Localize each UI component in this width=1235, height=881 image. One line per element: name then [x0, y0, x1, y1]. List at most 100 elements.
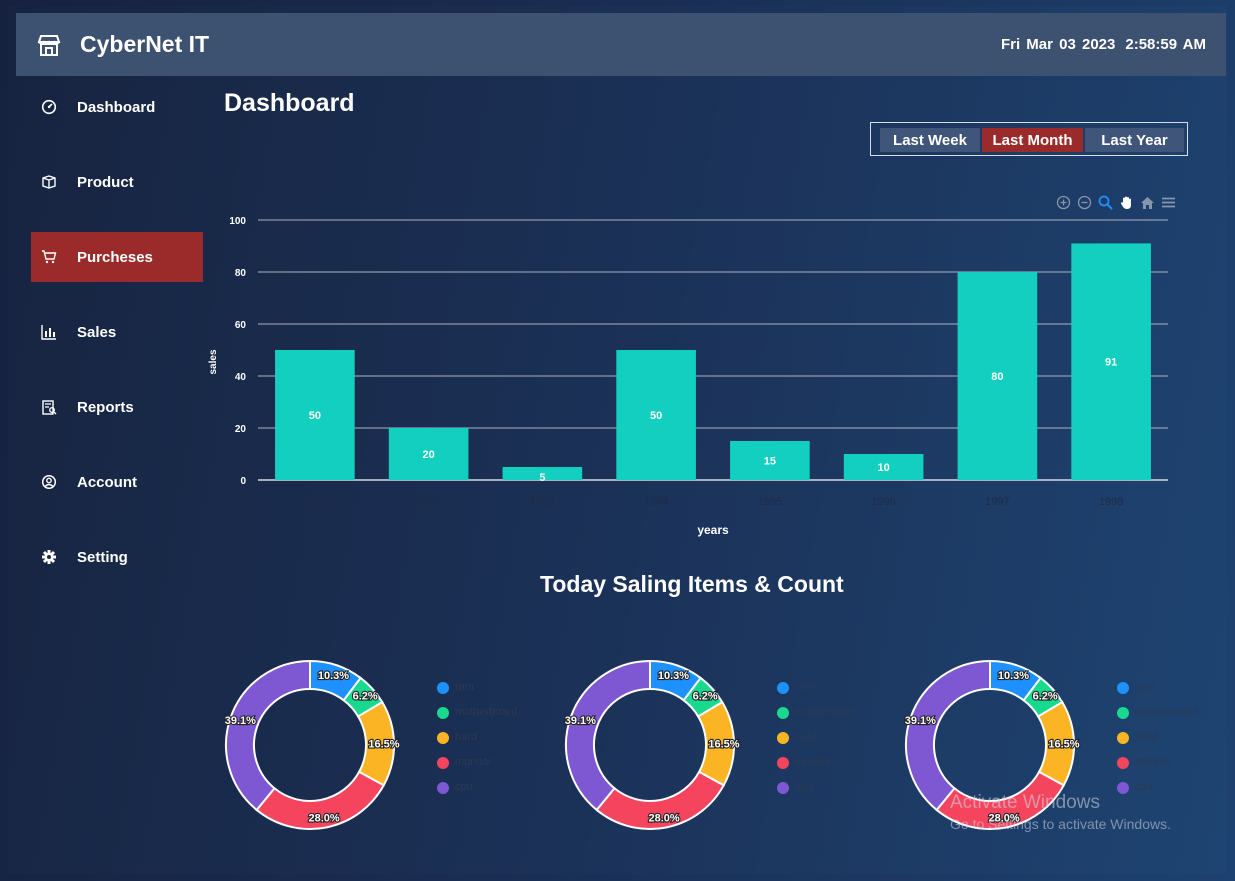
sidebar-item-product[interactable]: Product: [31, 157, 203, 207]
sidebar-item-label: Dashboard: [77, 98, 156, 116]
legend-marker: [1117, 707, 1129, 719]
legend-marker: [437, 757, 449, 769]
legend-label: hard: [1135, 731, 1158, 743]
sidebar-item-label: Account: [77, 473, 137, 491]
slice-percent-label: 10.3%: [998, 670, 1029, 682]
legend-marker: [437, 682, 449, 694]
legend-item-ram[interactable]: ram: [777, 680, 867, 696]
sidebar-item-label: Sales: [77, 323, 117, 341]
page-title: Dashboard: [224, 89, 355, 117]
legend-label: motherboard: [795, 706, 858, 718]
slice-percent-label: 39.1%: [225, 715, 256, 727]
legend-item-motherboard[interactable]: motherboard: [777, 705, 867, 721]
legend-label: motherboard: [1135, 706, 1198, 718]
legend-item-cpu[interactable]: cpu: [777, 780, 867, 796]
sidebar-item-purcheses[interactable]: Purcheses: [31, 232, 203, 282]
y-tick-label: 40: [235, 372, 247, 383]
donut-svg: 10.3% 6.2% 16.5% 28.0% 39.1%: [564, 659, 741, 830]
slice-percent-label: 6.2%: [1033, 691, 1058, 703]
slice-percent-label: 28.0%: [308, 813, 339, 825]
watermark-subtitle: Go to Settings to activate Windows.: [950, 816, 1171, 832]
legend-item-motherboard[interactable]: motherboard: [1117, 705, 1207, 721]
sidebar-item-label: Product: [77, 173, 134, 191]
bar-value-label: 50: [650, 410, 662, 422]
slice-percent-label: 39.1%: [905, 715, 936, 727]
bar-value-label: 50: [309, 410, 321, 422]
sidebar-item-dashboard[interactable]: Dashboard: [31, 82, 203, 132]
slice-percent-label: 39.1%: [565, 715, 596, 727]
legend-item-ram[interactable]: ram: [1117, 680, 1207, 696]
legend-item-monitor[interactable]: monitor: [1117, 755, 1207, 771]
bar-value-label: 15: [764, 456, 776, 468]
legend-label: motherboard: [455, 706, 518, 718]
legend-marker: [777, 707, 789, 719]
legend-label: cpu: [455, 781, 473, 793]
bar-value-label: 10: [878, 462, 890, 474]
report-icon: [40, 398, 58, 416]
donut-chart-1: 10.3% 6.2% 16.5% 28.0% 39.1% ram motherboard ha…: [222, 650, 522, 845]
slice-percent-label: 6.2%: [353, 691, 378, 703]
bar-value-label: 5: [539, 472, 545, 484]
sidebar-item-setting[interactable]: Setting: [31, 532, 203, 582]
slice-percent-label: 16.5%: [1048, 739, 1079, 751]
bar-value-label: 80: [991, 371, 1003, 383]
donut-slice-cpu[interactable]: [225, 659, 311, 812]
last-week-button[interactable]: Last Week: [880, 128, 980, 152]
x-tick-label: 1995: [758, 496, 782, 508]
legend-item-cpu[interactable]: cpu: [437, 780, 527, 796]
legend-item-motherboard[interactable]: motherboard: [437, 705, 527, 721]
donut-slice-cpu[interactable]: [905, 659, 991, 812]
gear-icon: [40, 548, 58, 566]
sidebar-item-label: Purcheses: [77, 248, 153, 266]
legend-marker: [1117, 682, 1129, 694]
last-month-button[interactable]: Last Month: [982, 128, 1083, 152]
sidebar-item-reports[interactable]: Reports: [31, 382, 203, 432]
legend-item-monitor[interactable]: monitor: [437, 755, 527, 771]
x-tick-label: 1998: [1099, 496, 1123, 508]
last-year-button[interactable]: Last Year: [1085, 128, 1184, 152]
speedometer-icon: [40, 98, 58, 116]
donut-chart-2: 10.3% 6.2% 16.5% 28.0% 39.1% ram motherboard ha…: [562, 650, 862, 845]
legend-marker: [777, 682, 789, 694]
x-tick-label: 1996: [871, 496, 895, 508]
legend-label: ram: [1135, 681, 1154, 693]
top-bar: CyberNet IT Fri Mar 03 2023 2:58:59 AM: [16, 13, 1226, 76]
time-range-selector: Last Week Last Month Last Year: [870, 122, 1188, 156]
legend-item-ram[interactable]: ram: [437, 680, 527, 696]
legend-marker: [777, 757, 789, 769]
legend-marker: [437, 732, 449, 744]
legend-label: cpu: [795, 781, 813, 793]
legend-label: ram: [795, 681, 814, 693]
slice-percent-label: 6.2%: [693, 691, 718, 703]
legend-item-hard[interactable]: hard: [1117, 730, 1207, 746]
legend-marker: [777, 732, 789, 744]
slice-percent-label: 28.0%: [648, 813, 679, 825]
store-icon: [37, 35, 61, 56]
box-icon: [40, 173, 58, 191]
legend-label: monitor: [1135, 756, 1172, 768]
slice-percent-label: 16.5%: [708, 739, 739, 751]
legend-item-hard[interactable]: hard: [437, 730, 527, 746]
x-axis-title: years: [697, 523, 729, 537]
watermark-title: Activate Windows: [950, 792, 1100, 813]
pie-section-title: Today Saling Items & Count: [540, 571, 844, 597]
legend-marker: [437, 782, 449, 794]
bar-chart-icon: [40, 323, 58, 341]
donut-slice-cpu[interactable]: [565, 659, 651, 812]
legend-label: hard: [455, 731, 478, 743]
x-tick-label: 1994: [644, 496, 668, 508]
sidebar-item-label: Setting: [77, 548, 128, 566]
sidebar-item-account[interactable]: Account: [31, 457, 203, 507]
user-circle-icon: [40, 473, 58, 491]
brand-name: CyberNet IT: [80, 31, 210, 57]
y-tick-label: 0: [240, 476, 246, 487]
x-tick-label: 1997: [985, 496, 1009, 508]
legend-marker: [437, 707, 449, 719]
legend-marker: [1117, 732, 1129, 744]
legend-item-hard[interactable]: hard: [777, 730, 867, 746]
legend-item-monitor[interactable]: monitor: [777, 755, 867, 771]
sidebar-item-sales[interactable]: Sales: [31, 307, 203, 357]
legend-label: monitor: [455, 756, 492, 768]
current-date: Fri Mar 03 2023: [1000, 36, 1116, 53]
slice-percent-label: 16.5%: [368, 739, 399, 751]
